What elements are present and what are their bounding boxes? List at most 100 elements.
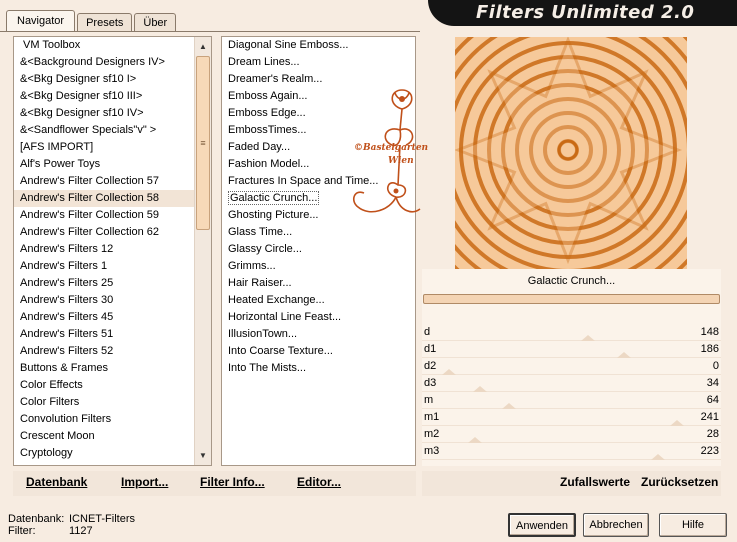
category-scrollbar[interactable]: ▲ ≡ ▼ (194, 37, 211, 465)
apply-button[interactable]: Anwenden (508, 513, 576, 537)
slider-value: 186 (700, 343, 719, 355)
help-button[interactable]: Hilfe (659, 513, 727, 537)
filter-item[interactable]: Heated Exchange... (222, 292, 412, 309)
category-item[interactable]: Distortion Filters (14, 462, 194, 465)
slider-thumb-icon[interactable] (650, 454, 665, 460)
filter-item[interactable]: Horizontal Line Feast... (222, 309, 412, 326)
import-button[interactable]: Import... (121, 475, 168, 489)
category-item-label: Andrew's Filters 1 (20, 260, 108, 272)
category-item[interactable]: [AFS IMPORT] (14, 139, 194, 156)
slider-d3[interactable]: d3 34 (422, 375, 721, 392)
category-item-label: &<Sandflower Specials"v" > (20, 124, 157, 136)
scroll-up-icon[interactable]: ▲ (195, 39, 211, 54)
filter-item-label: Grimms... (228, 260, 276, 272)
slider-m1[interactable]: m1 241 (422, 409, 721, 426)
filter-item-label: Glass Time... (228, 226, 293, 238)
tab-presets[interactable]: Presets (77, 13, 133, 32)
category-item[interactable]: Alf's Power Toys (14, 156, 194, 173)
category-item[interactable]: Andrew's Filters 12 (14, 241, 194, 258)
bastelgarten-logo: ©Bastelgarten Wien (340, 85, 430, 230)
category-item[interactable]: Andrew's Filter Collection 62 (14, 224, 194, 241)
category-item[interactable]: Crescent Moon (14, 428, 194, 445)
slider-d[interactable]: d 148 (422, 324, 721, 341)
category-item[interactable]: Andrew's Filters 25 (14, 275, 194, 292)
slider-value: 0 (712, 360, 719, 372)
random-values-button[interactable]: Zufallswerte (560, 475, 630, 489)
filter-info-button[interactable]: Filter Info... (200, 475, 265, 489)
category-item-label: Andrew's Filters 12 (20, 243, 114, 255)
category-item[interactable]: &<Bkg Designer sf10 III> (14, 88, 194, 105)
category-item[interactable]: Andrew's Filters 52 (14, 343, 194, 360)
category-item-label: Color Filters (20, 396, 80, 408)
category-item[interactable]: VM Toolbox (14, 37, 194, 54)
status-db-value: ICNET-Filters (69, 513, 135, 525)
filter-item-label: Into The Mists... (228, 362, 307, 374)
category-item-label: Andrew's Filter Collection 62 (20, 226, 160, 238)
category-item-label: VM Toolbox (23, 39, 81, 51)
category-item-label: Color Effects (20, 379, 83, 391)
slider-d1[interactable]: d1 186 (422, 341, 721, 358)
category-item-label: &<Bkg Designer sf10 IV> (20, 107, 144, 119)
category-item[interactable]: Andrew's Filters 1 (14, 258, 194, 275)
slider-label: m2 (424, 428, 440, 440)
slider-value: 241 (700, 411, 719, 423)
title-banner: Filters Unlimited 2.0 (428, 0, 737, 26)
status-db-label: Datenbank: (8, 513, 65, 525)
database-button[interactable]: Datenbank (26, 475, 87, 489)
category-list[interactable]: VM Toolbox &<Background Designers IV> &<Bk… (14, 37, 194, 465)
category-item-label: Distortion Filters (20, 464, 99, 465)
category-item-label: Andrew's Filter Collection 58 (20, 192, 160, 204)
filter-item[interactable]: Hair Raiser... (222, 275, 412, 292)
category-item[interactable]: Andrew's Filters 51 (14, 326, 194, 343)
editor-button[interactable]: Editor... (297, 475, 341, 489)
filter-item-label: Faded Day... (228, 141, 291, 153)
category-item[interactable]: &<Bkg Designer sf10 I> (14, 71, 194, 88)
filter-item-label: Heated Exchange... (228, 294, 325, 306)
category-item-label: &<Bkg Designer sf10 I> (20, 73, 137, 85)
slider-value: 223 (700, 445, 719, 457)
scroll-thumb[interactable]: ≡ (196, 56, 210, 230)
filter-item[interactable]: Glassy Circle... (222, 241, 412, 258)
reset-button[interactable]: Zurücksetzen (641, 475, 718, 489)
filter-item-label: Glassy Circle... (228, 243, 302, 255)
slider-label: m3 (424, 445, 440, 457)
tab-strip: Navigator Presets Über (6, 10, 178, 32)
slider-d2[interactable]: d2 0 (422, 358, 721, 375)
category-item[interactable]: Cryptology (14, 445, 194, 462)
filter-item[interactable]: Into Coarse Texture... (222, 343, 412, 360)
category-item[interactable]: Andrew's Filter Collection 57 (14, 173, 194, 190)
category-item-label: Andrew's Filter Collection 57 (20, 175, 160, 187)
category-item[interactable]: Andrew's Filter Collection 59 (14, 207, 194, 224)
tab-about[interactable]: Über (134, 13, 177, 32)
category-item-label: Cryptology (20, 447, 73, 459)
category-item-label: Andrew's Filters 25 (20, 277, 114, 289)
tab-navigator[interactable]: Navigator (6, 10, 76, 32)
filter-item[interactable]: Grimms... (222, 258, 412, 275)
scroll-down-icon[interactable]: ▼ (195, 448, 211, 463)
filter-item[interactable]: IllusionTown... (222, 326, 412, 343)
category-item[interactable]: Andrew's Filters 30 (14, 292, 194, 309)
category-item[interactable]: Andrew's Filters 45 (14, 309, 194, 326)
slider-m2[interactable]: m2 28 (422, 426, 721, 443)
slider-m[interactable]: m 64 (422, 392, 721, 409)
category-item[interactable]: Color Filters (14, 394, 194, 411)
category-item[interactable]: Color Effects (14, 377, 194, 394)
parameter-panel: Galactic Crunch... d 148 d1 186 d2 0 d3 34 m 64 m1… (422, 269, 721, 466)
filter-item[interactable]: Diagonal Sine Emboss... (222, 37, 412, 54)
category-item[interactable]: Convolution Filters (14, 411, 194, 428)
filter-item-label: EmbossTimes... (228, 124, 307, 136)
category-item[interactable]: Buttons & Frames (14, 360, 194, 377)
progress-bar (423, 294, 720, 304)
category-item[interactable]: &<Sandflower Specials"v" > (14, 122, 194, 139)
filter-item-label: Into Coarse Texture... (228, 345, 333, 357)
category-item[interactable]: &<Background Designers IV> (14, 54, 194, 71)
filter-item[interactable]: Into The Mists... (222, 360, 412, 377)
cancel-button[interactable]: Abbrechen (583, 513, 649, 537)
slider-m3[interactable]: m3 223 (422, 443, 721, 460)
filter-item[interactable]: Dream Lines... (222, 54, 412, 71)
slider-label: d2 (424, 360, 437, 372)
category-item[interactable]: &<Bkg Designer sf10 IV> (14, 105, 194, 122)
slider-label: d1 (424, 343, 437, 355)
filter-item-label: IllusionTown... (228, 328, 298, 340)
category-item[interactable]: Andrew's Filter Collection 58 (14, 190, 194, 207)
